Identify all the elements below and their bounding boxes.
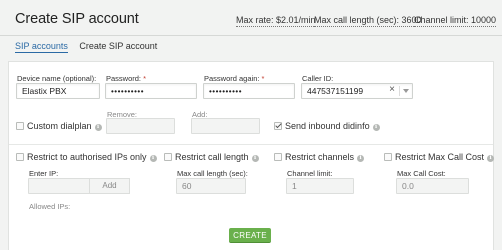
max-call-length-label: Max call length (sec): <box>177 169 248 178</box>
restrict-channels-label: Restrict channels i <box>285 152 365 162</box>
custom-dialplan-label: Custom dialplan i <box>27 121 102 131</box>
restrict-call-length-checkbox[interactable] <box>164 153 172 161</box>
password-again-input[interactable]: •••••••••• <box>203 83 295 99</box>
select-separator <box>399 86 400 96</box>
page-title: Create SIP account <box>15 11 139 27</box>
device-name-input[interactable]: Elastix PBX <box>16 83 100 99</box>
info-icon[interactable]: i <box>357 155 365 162</box>
info-icon[interactable]: i <box>149 155 157 162</box>
restrict-max-call-cost-checkbox[interactable] <box>384 153 392 161</box>
info-icon[interactable]: i <box>251 155 259 162</box>
channel-limit-label: Channel limit: <box>287 169 333 178</box>
add-ip-button[interactable]: Add <box>89 178 130 194</box>
add-input[interactable] <box>191 118 260 134</box>
max-call-length-info: Max call length (sec): 3600 <box>314 15 422 27</box>
device-name-label: Device name (optional): <box>17 74 97 83</box>
password-label: Password: * <box>106 74 147 83</box>
send-inbound-didinfo-checkbox[interactable] <box>274 122 282 130</box>
password-input[interactable]: •••••••••• <box>105 83 197 99</box>
restrict-ips-label: Restrict to authorised IPs only i <box>27 152 157 162</box>
restrict-ips-checkbox[interactable] <box>16 153 24 161</box>
remove-input[interactable] <box>106 118 175 134</box>
caller-id-value: 447537151199 <box>301 83 413 99</box>
tab-create-sip-account[interactable]: Create SIP account <box>79 41 157 51</box>
create-sip-account-page: Create SIP account Max rate: $2.01/min M… <box>0 0 502 250</box>
max-call-cost-input[interactable]: 0.0 <box>396 178 469 194</box>
channel-limit-info: Channel limit: 10000 <box>414 15 497 27</box>
page-header: Create SIP account Max rate: $2.01/min M… <box>0 0 502 36</box>
max-call-length-input[interactable]: 60 <box>176 178 246 194</box>
caller-id-select[interactable]: 447537151199 × <box>301 83 413 99</box>
enter-ip-label: Enter IP: <box>29 169 59 178</box>
send-inbound-didinfo-label: Send inbound didinfo i <box>285 121 380 131</box>
channel-limit-input[interactable]: 1 <box>286 178 354 194</box>
max-call-cost-label: Max Call Cost: <box>397 169 446 178</box>
allowed-ips-label: Allowed IPs: <box>29 202 71 211</box>
custom-dialplan-checkbox[interactable] <box>16 122 24 130</box>
create-button[interactable]: CREATE <box>229 228 271 243</box>
breadcrumb-tabs: SIP accounts Create SIP account <box>15 41 157 53</box>
caller-id-label: Caller ID: <box>302 74 334 83</box>
restrict-max-call-cost-label: Restrict Max Call Cost i <box>395 152 495 162</box>
restrict-call-length-label: Restrict call length i <box>175 152 259 162</box>
info-icon[interactable]: i <box>487 155 495 162</box>
password-again-label: Password again: * <box>204 74 265 83</box>
max-rate-info: Max rate: $2.01/min <box>236 15 316 27</box>
header-divider <box>0 35 502 36</box>
restrict-channels-checkbox[interactable] <box>274 153 282 161</box>
info-icon[interactable]: i <box>372 124 380 131</box>
tab-sip-accounts[interactable]: SIP accounts <box>15 41 68 53</box>
info-icon[interactable]: i <box>94 124 102 131</box>
chevron-down-icon[interactable] <box>403 89 409 93</box>
enter-ip-input[interactable] <box>28 178 90 194</box>
clear-icon[interactable]: × <box>389 84 395 95</box>
section-divider <box>9 144 493 145</box>
